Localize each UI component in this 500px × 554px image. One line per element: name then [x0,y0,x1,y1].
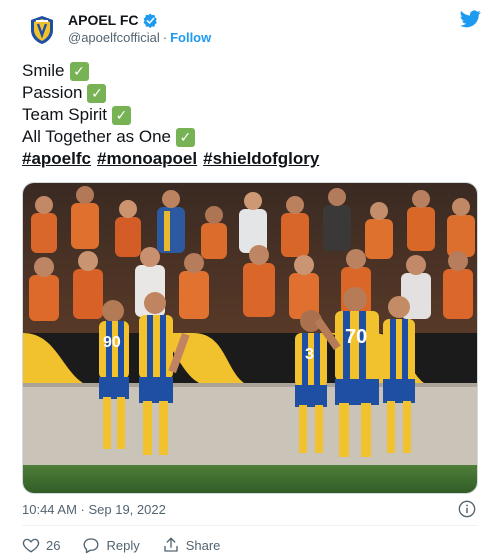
tweet-actions: 26 Reply Share [22,536,242,554]
tweet-line-text: All Together as One [22,127,171,146]
hashtag-link[interactable]: #apoelfc [22,148,91,170]
check-mark-emoji-icon: ✓ [112,105,132,125]
heart-icon [22,538,40,553]
info-icon[interactable] [458,500,476,518]
tweet-photo[interactable]: 70 90 3 [22,182,478,494]
separator-dot: · [162,30,168,45]
tweet-header: APOEL FC @apoelfcofficial · Follow [22,8,482,50]
twitter-bird-icon[interactable] [460,10,481,28]
account-handle[interactable]: @apoelfcofficial [68,30,160,45]
tweet-line-text: Team Spirit [22,105,108,124]
follow-button[interactable]: Follow [170,30,211,45]
hashtag-link[interactable]: #shieldofglory [203,148,319,170]
share-upload-icon [164,537,178,552]
handle-row: @apoelfcofficial · Follow [68,30,211,45]
share-label: Share [185,537,221,553]
tweet-line-text: Passion [22,83,83,102]
reply-button[interactable]: Reply [82,536,140,554]
tweet-timestamp[interactable]: 10:44 AM · Sep 19, 2022 [22,502,166,517]
tweet-line: Team Spirit ✓ [22,104,482,126]
share-button[interactable]: Share [162,536,221,554]
account-display-name[interactable]: APOEL FC [68,12,139,28]
kit-number-3: 3 [305,346,314,363]
check-mark-emoji-icon: ✓ [87,83,107,103]
like-count: 26 [46,537,61,553]
tweet-line: All Together as One ✓ [22,126,482,148]
kit-number-70: 70 [345,326,367,348]
check-mark-emoji-icon: ✓ [176,127,195,147]
speech-bubble-icon [84,538,99,554]
divider [22,525,478,526]
kit-number-90: 90 [103,334,121,351]
check-mark-emoji-icon: ✓ [69,61,89,81]
tweet-line: Passion ✓ [22,82,482,104]
celebration-photo-illustration: 70 90 3 [23,183,477,493]
tweet-line: Smile ✓ [22,60,482,82]
like-button[interactable]: 26 [22,536,60,554]
hashtag-row: #apoelfc #monoapoel #shieldofglory [22,148,482,170]
verified-badge-icon [143,13,157,28]
reply-label: Reply [106,537,140,553]
tweet-line-text: Smile [22,61,65,80]
tweet-card: APOEL FC @apoelfcofficial · Follow Smile… [0,0,500,554]
club-crest-avatar[interactable] [29,15,55,45]
hashtag-link[interactable]: #monoapoel [97,148,197,170]
tweet-text: Smile ✓ Passion ✓ Team Spirit ✓ All Toge… [22,60,482,170]
